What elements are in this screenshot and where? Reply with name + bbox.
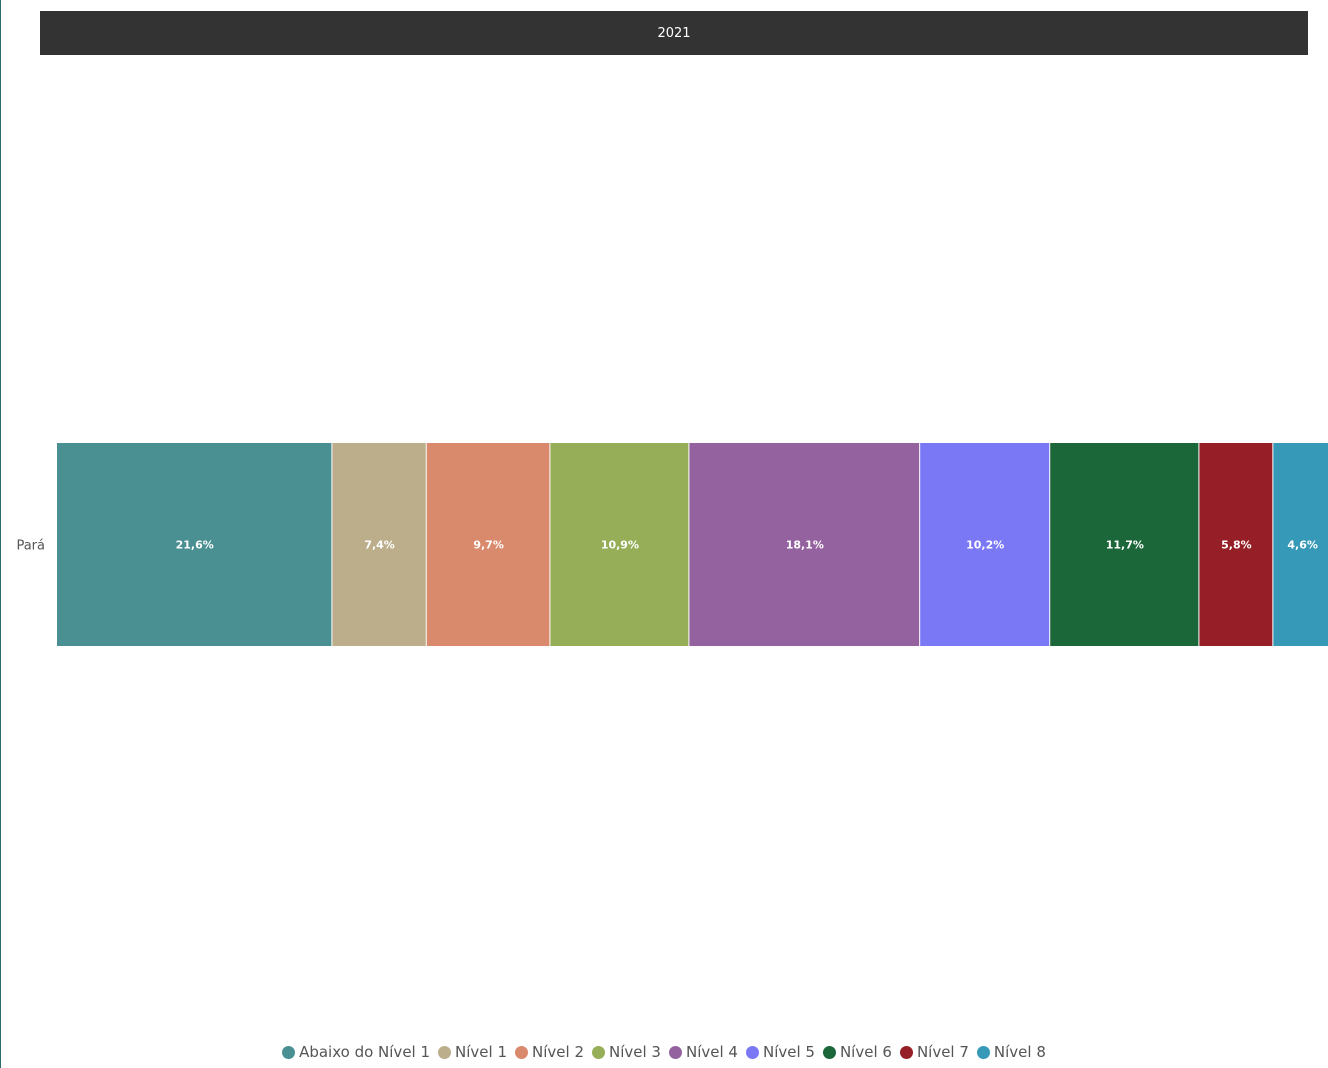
data-label-1: 21,6%	[176, 539, 214, 552]
legend-label: Nível 7	[916, 1043, 969, 1061]
legend-label: Nível 3	[609, 1043, 661, 1061]
legend-label: Nível 2	[532, 1043, 584, 1061]
legend-label: Nível 8	[993, 1043, 1046, 1061]
legend-item-7[interactable]: Nível 6	[822, 1043, 892, 1061]
legend-marker	[899, 1045, 913, 1059]
legend-marker	[438, 1045, 452, 1059]
legend-marker	[976, 1045, 990, 1059]
legend-item-2[interactable]: Nível 1	[438, 1043, 507, 1061]
legend-label: Nível 1	[455, 1043, 508, 1061]
legend-marker	[515, 1045, 529, 1059]
data-label-4: 10,9%	[601, 539, 639, 552]
legend-item-5[interactable]: Nível 4	[668, 1043, 738, 1061]
legend-marker	[745, 1045, 759, 1059]
stacked-bar-chart: Pará 21,6% 7,4% 9,7% 10,9% 18,1% 10,2% 11,7% 5,8…	[16, 443, 1328, 646]
data-label-3: 9,7%	[473, 539, 504, 552]
legend-label: Abaixo do Nível 1	[299, 1043, 431, 1061]
data-label-8: 5,8%	[1221, 539, 1252, 552]
data-label-6: 10,2%	[966, 539, 1004, 552]
legend-marker	[668, 1045, 682, 1059]
legend-item-6[interactable]: Nível 5	[745, 1043, 815, 1061]
legend-item-8[interactable]: Nível 7	[899, 1043, 969, 1061]
legend-item-4[interactable]: Nível 3	[592, 1043, 661, 1061]
legend: Abaixo do Nível 1 Nível 1 Nível 2 Nível 3 Ní…	[0, 1041, 1328, 1063]
legend-label: Nível 4	[685, 1043, 738, 1061]
data-label-9: 4,6%	[1287, 539, 1318, 552]
legend-marker	[822, 1045, 836, 1059]
legend-item-9[interactable]: Nível 8	[976, 1043, 1046, 1061]
legend-label: Nível 6	[839, 1043, 892, 1061]
category-label: Pará	[16, 539, 45, 554]
legend-label: Nível 5	[762, 1043, 815, 1061]
data-label-7: 11,7%	[1106, 539, 1144, 552]
legend-marker	[282, 1045, 296, 1059]
data-label-2: 7,4%	[364, 539, 395, 552]
legend-marker	[592, 1045, 605, 1059]
legend-item-1[interactable]: Abaixo do Nível 1	[282, 1043, 430, 1061]
data-label-5: 18,1%	[786, 539, 824, 552]
legend-item-3[interactable]: Nível 2	[515, 1043, 584, 1061]
